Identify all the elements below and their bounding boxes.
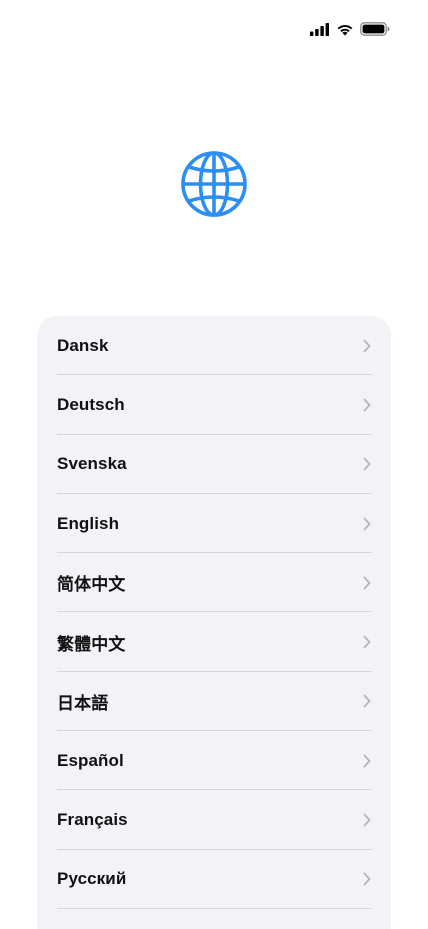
language-option[interactable]: Svenska (37, 435, 391, 495)
chevron-right-icon (363, 517, 371, 530)
chevron-right-icon (363, 813, 371, 827)
language-option[interactable]: Dansk (37, 316, 391, 376)
language-label: Dansk (57, 335, 109, 355)
language-label: 繁體中文 (57, 634, 126, 654)
language-label: Русский (57, 869, 127, 889)
language-option[interactable]: 简体中文 (37, 553, 391, 613)
language-label: Deutsch (57, 394, 125, 414)
language-list-card: Dansk Deutsch Svenska English 简体中文繁體中文日本語 Esp… (37, 316, 391, 929)
language-option[interactable]: Deutsch (37, 375, 391, 435)
chevron-right-icon (363, 339, 371, 353)
language-label: Svenska (57, 454, 127, 474)
chevron-right-icon (363, 457, 371, 471)
chevron-right-icon (363, 872, 371, 886)
language-label: English (57, 513, 120, 533)
chevron-right-icon (363, 754, 371, 768)
language-option[interactable]: Русский (37, 850, 391, 910)
globe-icon (181, 151, 247, 217)
language-option[interactable]: 繁體中文 (37, 612, 391, 673)
cellular-signal-icon (310, 22, 329, 36)
language-option[interactable]: Français (37, 790, 391, 850)
status-icons (310, 22, 390, 36)
globe-icon-container (179, 149, 249, 219)
chevron-right-icon (363, 635, 371, 649)
language-label: 简体中文 (57, 575, 126, 595)
language-label: 日本語 (57, 693, 109, 713)
language-label: Français (57, 810, 128, 830)
language-option[interactable]: Español (37, 731, 391, 791)
chevron-right-icon (363, 695, 371, 708)
language-list: Dansk Deutsch Svenska English 简体中文繁體中文日本語 Esp… (37, 316, 391, 910)
chevron-right-icon (363, 398, 371, 412)
language-option[interactable]: 日本語 (37, 672, 391, 732)
status-bar (0, 0, 428, 60)
wifi-icon (337, 24, 353, 36)
battery-icon (360, 22, 390, 36)
language-option[interactable]: English (37, 494, 391, 554)
language-label: Español (57, 750, 124, 770)
chevron-right-icon (363, 576, 371, 590)
